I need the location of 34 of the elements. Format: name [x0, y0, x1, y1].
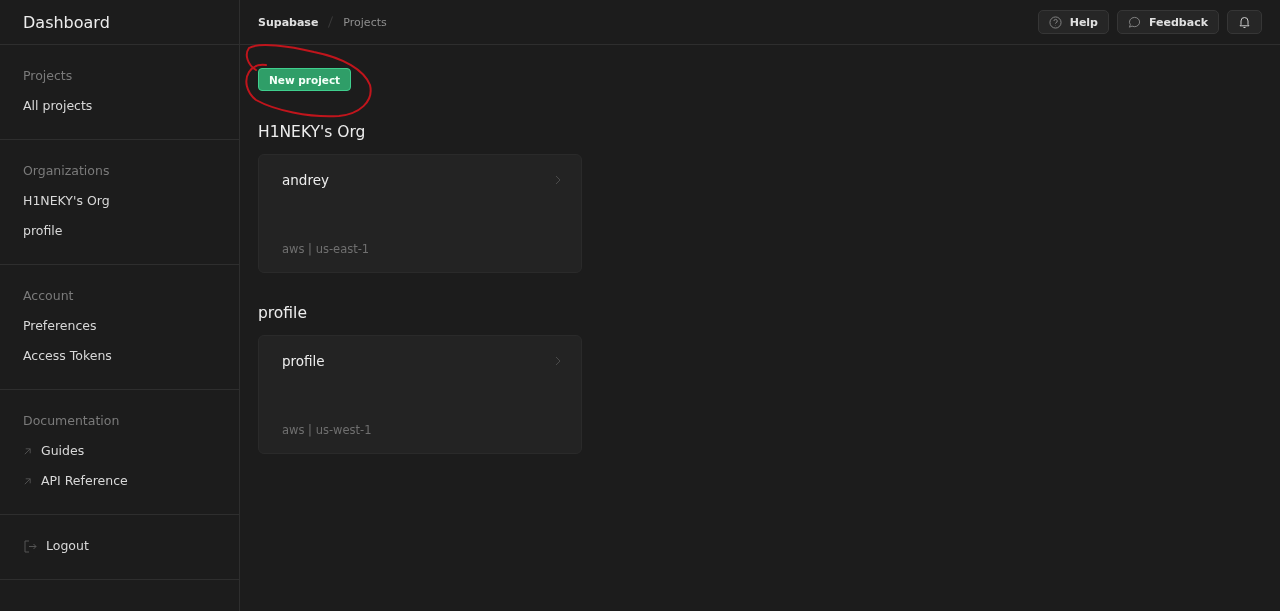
section-heading: Account — [23, 287, 74, 305]
section-heading: Documentation — [23, 412, 120, 430]
sidebar-item[interactable]: API Reference — [23, 466, 128, 496]
chevron-right-icon — [555, 356, 561, 366]
breadcrumb-link[interactable]: Supabase — [258, 15, 319, 29]
project-name: andrey — [282, 172, 329, 188]
notifications-button[interactable] — [1227, 10, 1262, 34]
breadcrumb-link[interactable]: Projects — [343, 15, 387, 29]
organization-heading: H1NEKY's Org — [258, 123, 366, 141]
arrow-up-right-icon — [23, 446, 32, 456]
sidebar-item[interactable]: Logout — [23, 531, 89, 561]
help-button[interactable]: Help — [1037, 10, 1109, 34]
sidebar-item[interactable]: All projects — [23, 91, 93, 121]
logout-icon — [23, 539, 37, 553]
sidebar-item[interactable]: Preferences — [23, 311, 97, 341]
project-region: aws | us-west-1 — [282, 423, 373, 437]
sidebar-item[interactable]: H1NEKY's Org — [23, 186, 110, 216]
feedback-button[interactable]: Feedback — [1117, 10, 1219, 34]
chevron-right-icon — [555, 175, 561, 185]
sidebar-item[interactable]: profile — [23, 216, 63, 246]
project-card[interactable]: profile aws | us-west-1 — [258, 335, 582, 454]
arrow-up-right-icon — [23, 476, 32, 486]
sidebar-title: Dashboard — [23, 12, 110, 32]
project-region: aws | us-east-1 — [282, 242, 371, 256]
project-card[interactable]: andrey aws | us-east-1 — [258, 154, 582, 273]
chat-bubble-icon — [1128, 15, 1141, 29]
sidebar-item[interactable]: Guides — [23, 436, 85, 466]
organization-heading: profile — [258, 304, 307, 322]
section-heading: Organizations — [23, 162, 110, 180]
section-heading: Projects — [23, 67, 73, 85]
help-icon — [1048, 15, 1062, 29]
project-name: profile — [282, 353, 325, 369]
bell-icon — [1238, 15, 1251, 29]
sidebar-item[interactable]: Access Tokens — [23, 341, 112, 371]
